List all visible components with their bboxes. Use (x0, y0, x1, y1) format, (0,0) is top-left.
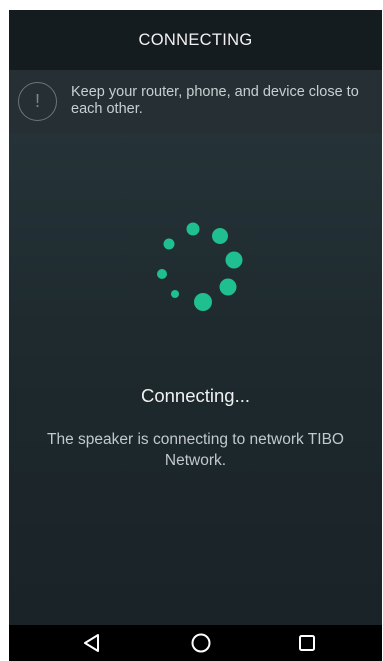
spinner-dot (194, 293, 212, 311)
spinner-dot (163, 238, 175, 250)
notice-text: Keep your router, phone, and device clos… (71, 84, 359, 117)
spinner-dot (171, 290, 179, 298)
app-screen: CONNECTING ! Keep your router, phone, an… (9, 10, 382, 661)
home-icon (191, 633, 211, 653)
spinner-dot (225, 251, 243, 269)
status-title: Connecting... (140, 385, 250, 406)
loading-spinner (157, 222, 243, 311)
status-description: The speaker is connecting to network TIB… (47, 431, 344, 469)
connecting-panel: Connecting... The speaker is connecting … (9, 133, 382, 625)
android-nav-bar (9, 625, 382, 661)
spinner-dot (219, 278, 237, 296)
spinner-dot (186, 222, 200, 236)
back-button[interactable] (62, 625, 122, 661)
spinner-dot (157, 269, 167, 279)
recents-button[interactable] (277, 625, 337, 661)
alert-circle-icon: ! (18, 82, 57, 121)
home-button[interactable] (171, 625, 231, 661)
recents-icon (299, 635, 315, 651)
back-icon (84, 634, 99, 652)
spinner-dot (212, 228, 228, 244)
page-title: CONNECTING (138, 30, 253, 49)
proximity-notice: ! Keep your router, phone, and device cl… (9, 70, 382, 133)
app-header: CONNECTING (9, 10, 382, 70)
